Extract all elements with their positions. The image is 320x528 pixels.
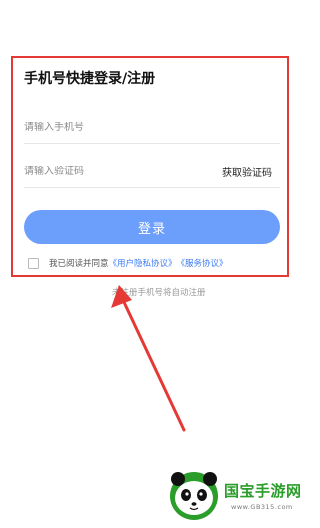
annotation-arrow-icon [111, 285, 186, 432]
watermark-url: www.GB315.com [231, 503, 293, 511]
watermark-logo: 国宝手游网 www.GB315.com [165, 466, 302, 524]
panda-icon [170, 472, 218, 520]
watermark-name: 国宝手游网 [224, 482, 302, 500]
